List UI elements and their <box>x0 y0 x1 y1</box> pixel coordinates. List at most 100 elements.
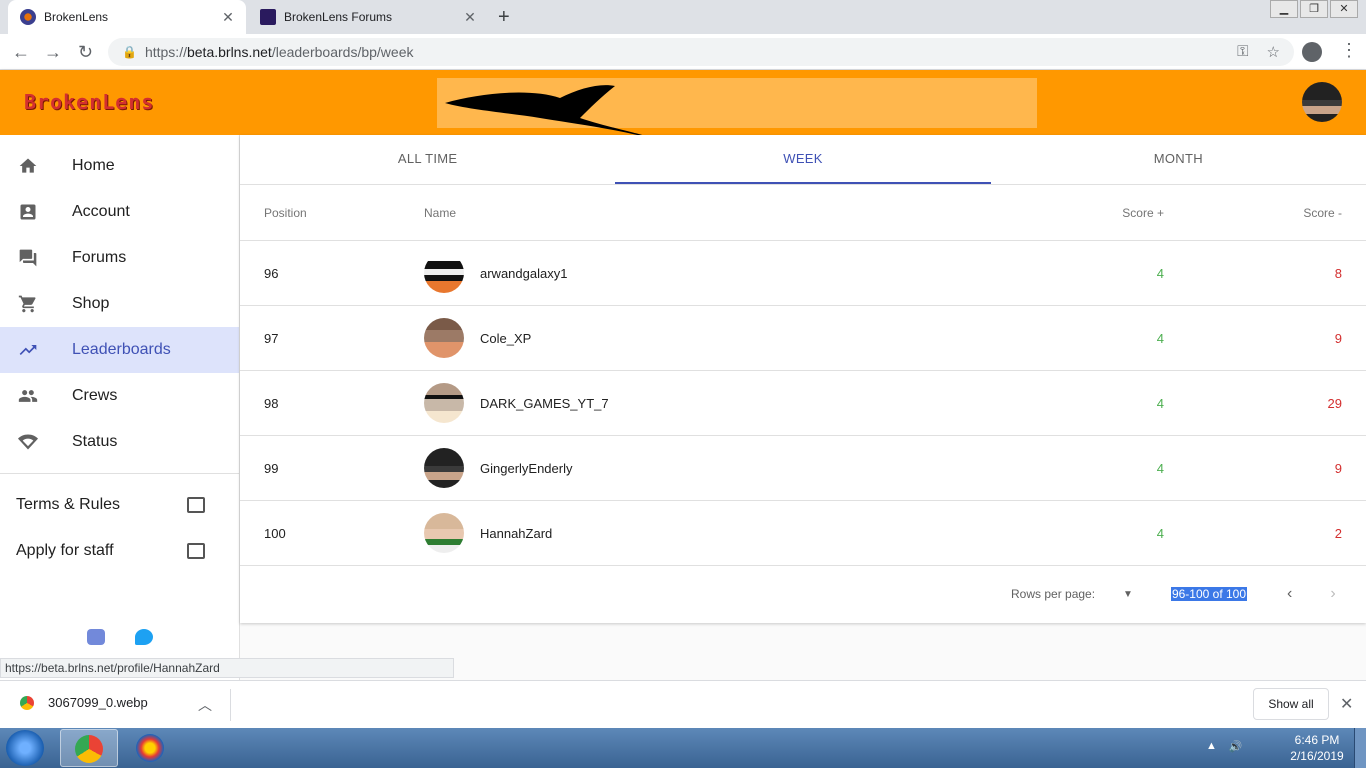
system-tray: ▲ 🔊 <box>1206 740 1243 753</box>
restore-icon[interactable]: ❐ <box>1300 0 1328 18</box>
show-desktop-button[interactable] <box>1354 728 1366 768</box>
brand-logo[interactable]: BrokenLens <box>24 90 154 114</box>
sidebar-item-status[interactable]: Status <box>0 419 239 465</box>
player-avatar <box>424 513 464 553</box>
tab-month[interactable]: MONTH <box>991 135 1366 184</box>
browser-profile-icon[interactable] <box>1302 42 1322 62</box>
key-icon[interactable]: ⚿ <box>1237 43 1248 61</box>
cell-score-minus: 29 <box>1327 395 1342 411</box>
tab-all-time[interactable]: ALL TIME <box>240 135 615 184</box>
sidebar-item-shop[interactable]: Shop <box>0 281 239 327</box>
leaderboard-tabs: ALL TIME WEEK MONTH <box>240 135 1366 185</box>
sidebar-item-crews[interactable]: Crews <box>0 373 239 419</box>
sidebar-item-home[interactable]: Home <box>0 143 239 189</box>
player-avatar <box>424 253 464 293</box>
next-page-icon[interactable]: › <box>1330 585 1335 603</box>
cell-score-plus: 4 <box>1156 330 1164 346</box>
sidebar-item-label: Crews <box>72 387 118 404</box>
leaderboard-card: ALL TIME WEEK MONTH Position Name Score … <box>240 135 1366 623</box>
cell-score-plus: 4 <box>1156 525 1164 541</box>
apply-staff-link[interactable]: Apply for staff <box>0 528 239 574</box>
player-name[interactable]: GingerlyEnderly <box>480 461 573 476</box>
table-row[interactable]: 100 HannahZard 4 2 <box>240 501 1366 566</box>
sidebar-item-label: Shop <box>72 295 110 312</box>
close-tab-icon[interactable]: ✕ <box>220 9 236 26</box>
table-row[interactable]: 97 Cole_XP 4 9 <box>240 306 1366 371</box>
discord-icon[interactable] <box>87 629 105 645</box>
player-name[interactable]: DARK_GAMES_YT_7 <box>480 396 609 411</box>
minimize-icon[interactable]: ▁ <box>1270 0 1298 18</box>
show-all-button[interactable]: Show all <box>1253 688 1329 720</box>
star-icon[interactable]: ☆ <box>1267 43 1280 61</box>
cell-position: 96 <box>264 265 279 281</box>
url-path: /leaderboards/bp/week <box>271 44 414 60</box>
signal-icon <box>16 430 40 454</box>
url-prefix: https:// <box>144 44 187 60</box>
start-button[interactable] <box>6 730 44 766</box>
player-name[interactable]: arwandgalaxy1 <box>480 266 567 281</box>
sidebar-item-label: Account <box>72 203 130 220</box>
taskbar-chrome[interactable] <box>60 729 118 767</box>
table-pagination: Rows per page: ▼ 96-100 of 100 ‹ › <box>240 566 1366 622</box>
tab-week[interactable]: WEEK <box>615 135 991 184</box>
home-icon <box>16 154 40 178</box>
sidebar-item-account[interactable]: Account <box>0 189 239 235</box>
download-shelf: 3067099_0.webp ︿ Show all ✕ <box>0 680 1366 728</box>
shelf-divider <box>230 689 231 721</box>
table-row[interactable]: 96 arwandgalaxy1 4 8 <box>240 241 1366 306</box>
rows-per-page-dropdown-icon[interactable]: ▼ <box>1123 589 1133 600</box>
pagination-range: 96-100 of 100 <box>1170 587 1248 601</box>
sidebar-item-leaderboards[interactable]: Leaderboards <box>0 327 239 373</box>
chrome-icon <box>75 735 103 763</box>
clock-time: 6:46 PM <box>1294 733 1340 747</box>
tray-arrow-icon[interactable]: ▲ <box>1206 740 1217 753</box>
sidebar-item-label: Forums <box>72 249 127 266</box>
column-name: Name <box>424 205 457 220</box>
previous-page-icon[interactable]: ‹ <box>1287 585 1292 603</box>
close-window-icon[interactable]: ✕ <box>1330 0 1358 18</box>
column-score-plus[interactable]: Score + <box>1004 206 1164 220</box>
table-row[interactable]: 98 DARK_GAMES_YT_7 4 29 <box>240 371 1366 436</box>
sidebar-item-label: Home <box>72 157 115 174</box>
sidebar-item-forums[interactable]: Forums <box>0 235 239 281</box>
people-icon <box>16 384 40 408</box>
forward-icon[interactable]: → <box>44 42 62 63</box>
browser-toolbar: ← → ↻ 🔒 https://beta.brlns.net/leaderboa… <box>0 34 1366 70</box>
reload-icon[interactable]: ↻ <box>78 42 93 63</box>
new-tab-button[interactable]: + <box>498 6 510 29</box>
forum-icon <box>16 246 40 270</box>
close-tab-icon[interactable]: ✕ <box>462 9 478 26</box>
twitter-icon[interactable] <box>135 629 153 645</box>
browser-tabstrip: BrokenLens ✕ BrokenLens Forums ✕ + ▁ ❐ ✕ <box>0 0 1366 34</box>
close-shelf-icon[interactable]: ✕ <box>1340 694 1353 714</box>
user-avatar[interactable] <box>1302 82 1342 122</box>
player-avatar <box>424 318 464 358</box>
window-controls: ▁ ❐ ✕ <box>1268 0 1358 18</box>
volume-icon[interactable]: 🔊 <box>1229 740 1243 753</box>
trending-icon <box>16 338 40 362</box>
cell-position: 99 <box>264 460 279 476</box>
back-icon[interactable]: ← <box>12 42 30 63</box>
taskbar-app[interactable] <box>122 729 180 767</box>
player-name[interactable]: HannahZard <box>480 526 552 541</box>
address-bar[interactable]: 🔒 https://beta.brlns.net/leaderboards/bp… <box>108 38 1294 66</box>
cell-score-plus: 4 <box>1156 460 1164 476</box>
browser-tab-brokenlens[interactable]: BrokenLens ✕ <box>8 0 246 34</box>
lock-icon: 🔒 <box>122 45 137 59</box>
cell-score-minus: 9 <box>1334 460 1342 476</box>
sidebar-item-label: Leaderboards <box>72 341 171 358</box>
url-host: beta.brlns.net <box>186 44 272 60</box>
browser-tab-forums[interactable]: BrokenLens Forums ✕ <box>248 0 488 34</box>
app-icon <box>136 734 164 762</box>
column-score-minus[interactable]: Score - <box>1164 206 1366 220</box>
download-item[interactable]: 3067099_0.webp <box>20 695 148 710</box>
browser-menu-icon[interactable]: ⋮ <box>1340 40 1358 61</box>
taskbar-clock[interactable]: 6:46 PM 2/16/2019 <box>1286 732 1348 764</box>
table-row[interactable]: 99 GingerlyEnderly 4 9 <box>240 436 1366 501</box>
cart-icon <box>16 292 40 316</box>
tab-title: BrokenLens Forums <box>284 10 393 24</box>
player-name[interactable]: Cole_XP <box>480 331 531 346</box>
chevron-up-icon[interactable]: ︿ <box>198 695 212 715</box>
terms-rules-link[interactable]: Terms & Rules <box>0 482 239 528</box>
sidebar: Home Account Forums Shop Leaderboards Cr… <box>0 135 240 680</box>
